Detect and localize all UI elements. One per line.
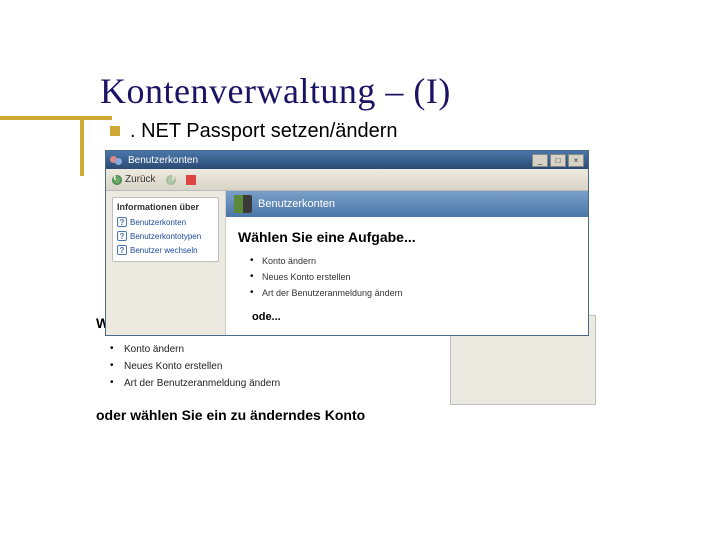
slide-subtitle: . NET Passport setzen/ändern bbox=[130, 120, 398, 143]
toolbar: Zurück bbox=[106, 169, 588, 191]
info-link-label: Benutzer wechseln bbox=[130, 246, 198, 255]
left-panel: Informationen über ? Benutzerkonten ? Be… bbox=[106, 191, 226, 335]
avatar-icon bbox=[234, 195, 252, 213]
slide-title: Kontenverwaltung – (I) bbox=[100, 70, 451, 112]
help-icon: ? bbox=[117, 231, 127, 241]
info-link[interactable]: ? Benutzerkonten bbox=[117, 215, 214, 229]
home-icon bbox=[186, 175, 196, 185]
maximize-icon: □ bbox=[556, 156, 561, 165]
back-icon bbox=[112, 175, 122, 185]
title-decor-v bbox=[80, 116, 84, 176]
close-icon: × bbox=[574, 156, 579, 165]
window-title: Benutzerkonten bbox=[128, 155, 198, 166]
main-panel: Benutzerkonten Wählen Sie eine Aufgabe..… bbox=[226, 191, 588, 335]
bg-or-text: oder wählen Sie ein zu änderndes Konto bbox=[96, 406, 582, 424]
maximize-button[interactable]: □ bbox=[550, 154, 566, 167]
info-link-label: Benutzerkontotypen bbox=[130, 232, 201, 241]
forward-button[interactable] bbox=[166, 175, 176, 185]
users-icon bbox=[110, 154, 124, 166]
task-list: Konto ändern Neues Konto erstellen Art d… bbox=[250, 253, 576, 301]
info-link[interactable]: ? Benutzer wechseln bbox=[117, 243, 214, 257]
close-button[interactable]: × bbox=[568, 154, 584, 167]
info-link-label: Benutzerkonten bbox=[130, 218, 186, 227]
title-decor-h bbox=[0, 116, 112, 120]
back-label: Zurück bbox=[125, 174, 156, 185]
main-panel-header: Benutzerkonten bbox=[226, 191, 588, 217]
task-item[interactable]: Art der Benutzeranmeldung ändern bbox=[250, 285, 576, 301]
minimize-icon: _ bbox=[538, 156, 542, 165]
titlebar[interactable]: Benutzerkonten _ □ × bbox=[106, 151, 588, 169]
help-icon: ? bbox=[117, 245, 127, 255]
back-button[interactable]: Zurück bbox=[112, 174, 156, 185]
home-button[interactable] bbox=[186, 175, 196, 185]
task-item[interactable]: Konto ändern bbox=[250, 253, 576, 269]
forward-icon bbox=[166, 175, 176, 185]
main-panel-title: Benutzerkonten bbox=[258, 198, 335, 210]
help-icon: ? bbox=[117, 217, 127, 227]
task-item[interactable]: Neues Konto erstellen bbox=[250, 269, 576, 285]
info-panel-header: Informationen über bbox=[117, 202, 214, 212]
task-heading: Wählen Sie eine Aufgabe... bbox=[238, 229, 576, 245]
info-link[interactable]: ? Benutzerkontotypen bbox=[117, 229, 214, 243]
bullet-square bbox=[110, 126, 120, 136]
user-accounts-window: Benutzerkonten _ □ × Zurück Informatione… bbox=[105, 150, 589, 336]
info-panel: Informationen über ? Benutzerkonten ? Be… bbox=[112, 197, 219, 262]
minimize-button[interactable]: _ bbox=[532, 154, 548, 167]
or-text: ode... bbox=[238, 311, 576, 323]
